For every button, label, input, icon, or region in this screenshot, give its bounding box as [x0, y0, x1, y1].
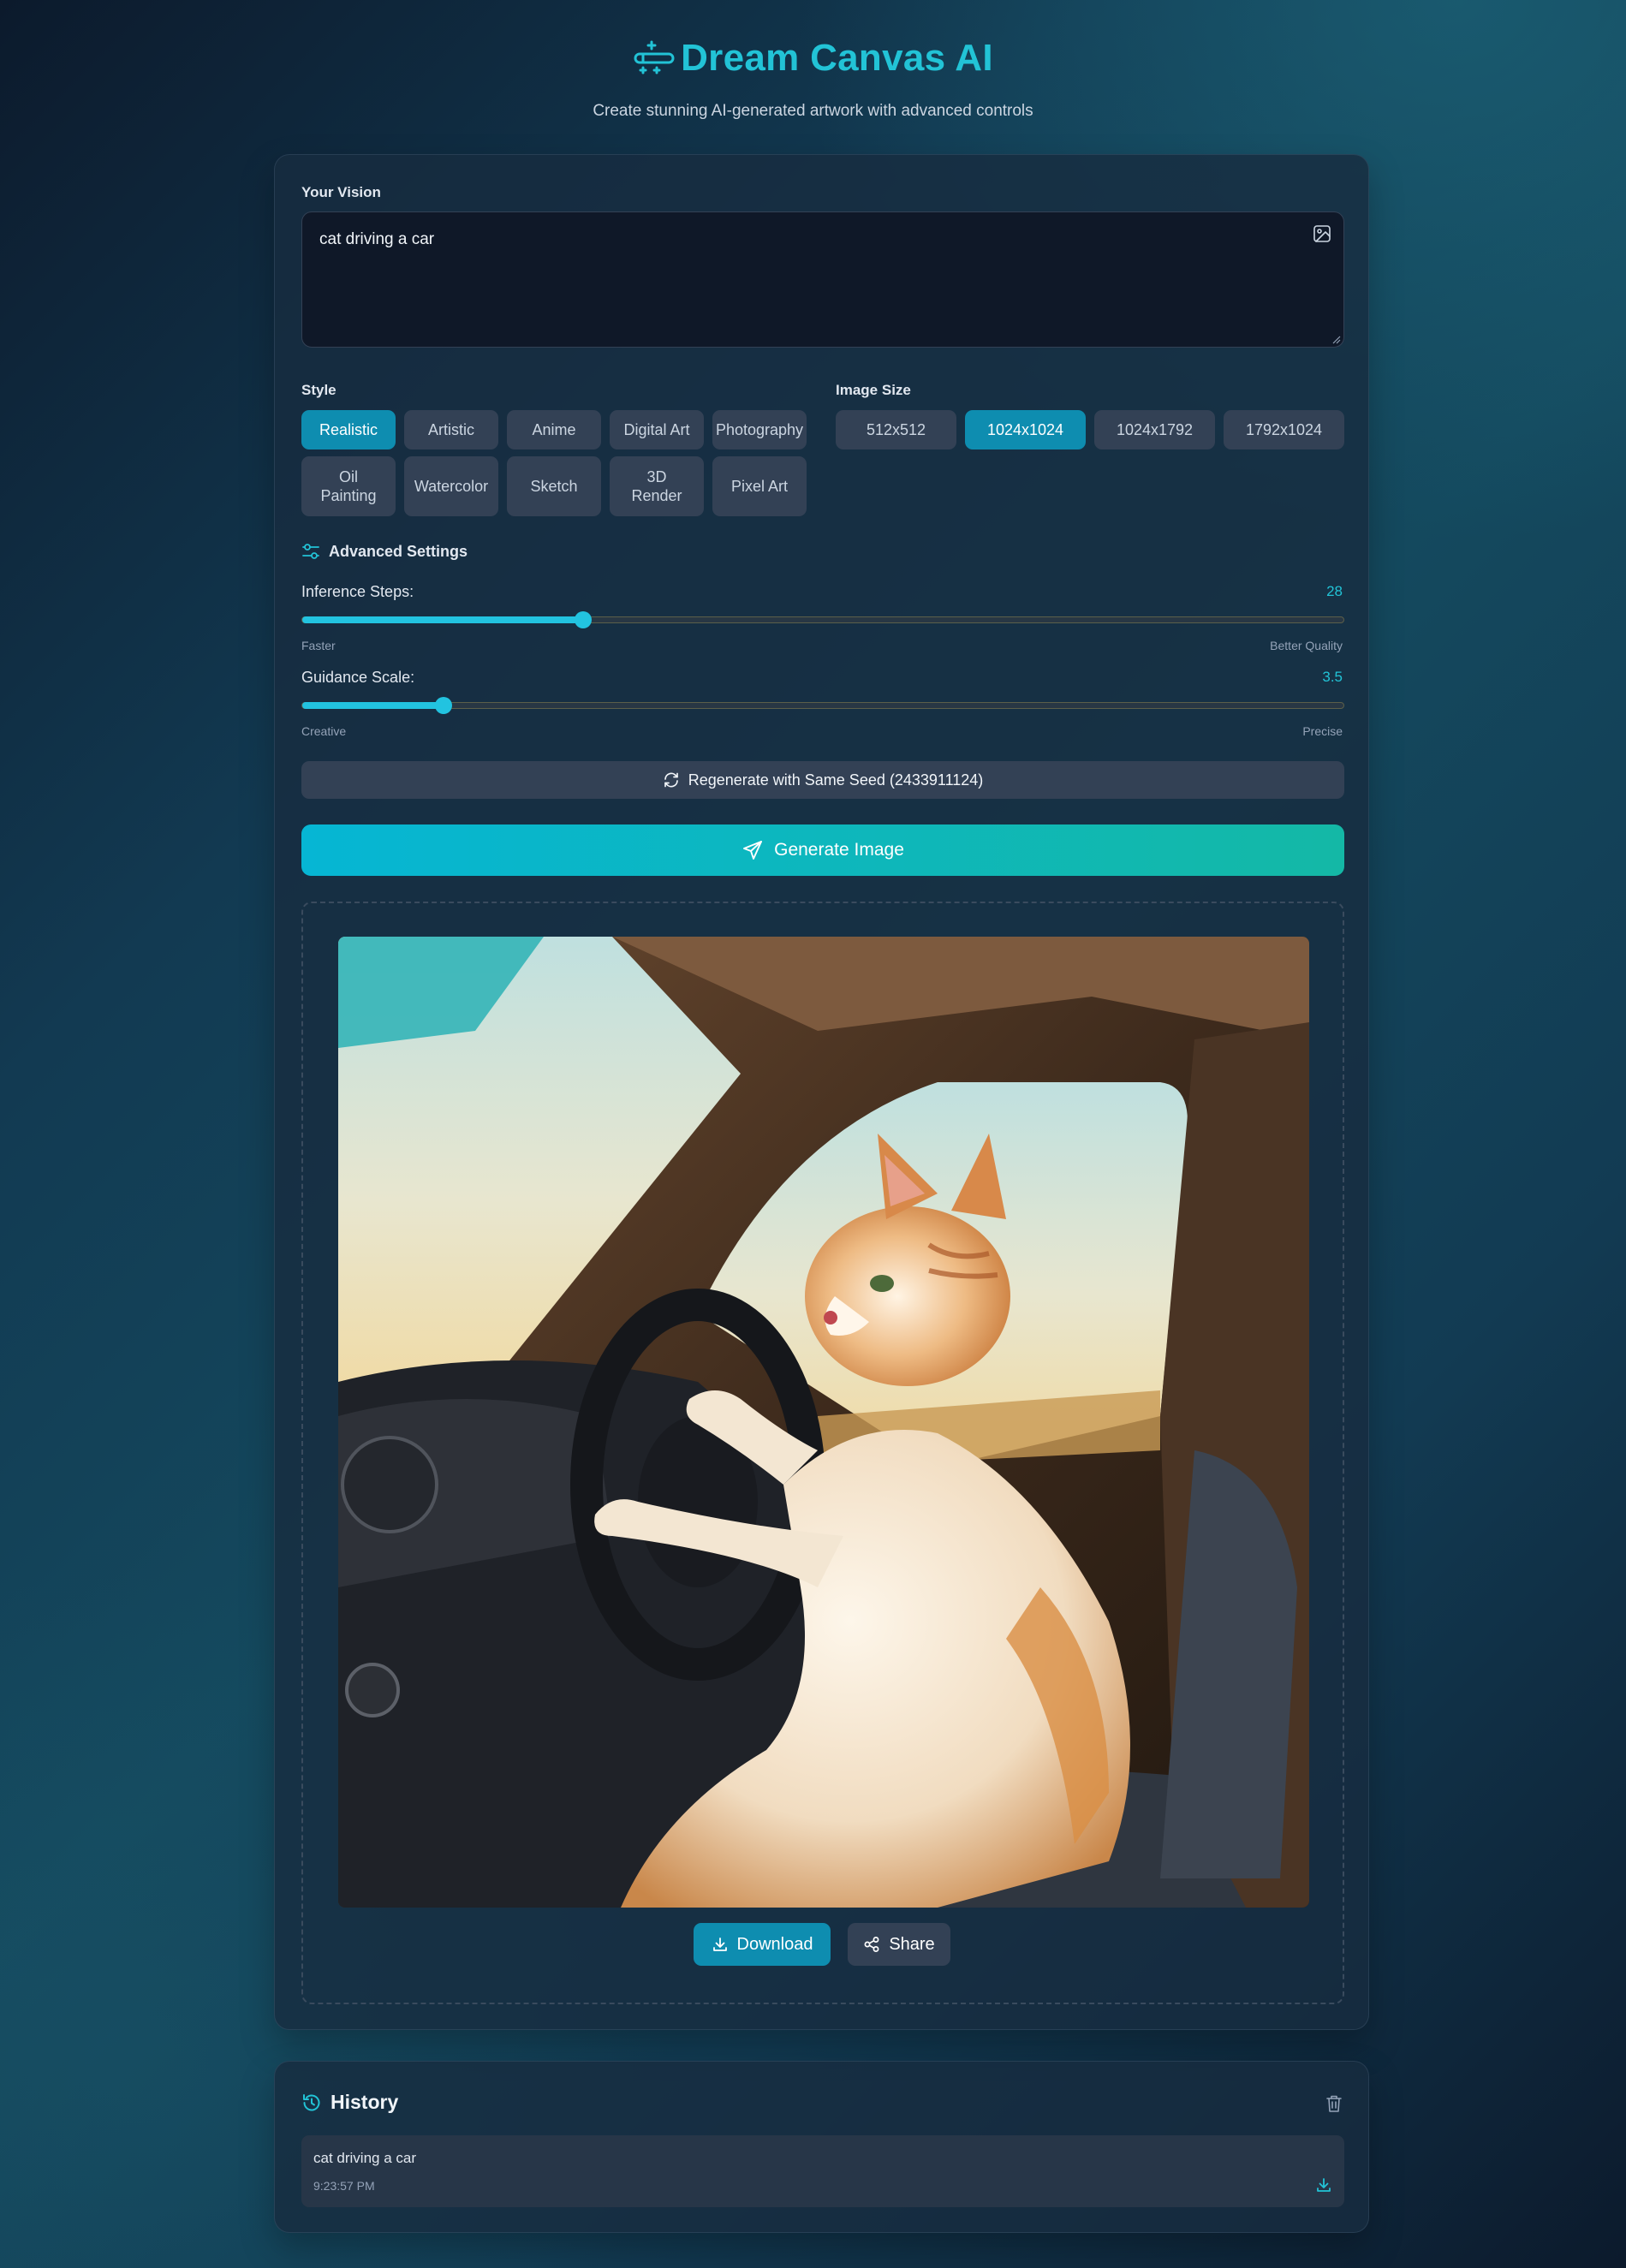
style-chip-digital-art[interactable]: Digital Art: [610, 410, 704, 449]
inference-steps-fill: [302, 616, 584, 623]
generate-label: Generate Image: [774, 840, 904, 860]
history-title: History: [331, 2091, 399, 2113]
prompt-value[interactable]: cat driving a car: [319, 229, 434, 250]
history-card: History cat driving a car 9:23:57 PM: [274, 2061, 1369, 2233]
result-area: Download Share: [301, 902, 1344, 2004]
history-icon: [303, 2093, 320, 2110]
guidance-scale-max-hint: Precise: [1302, 724, 1343, 738]
image-size-label: Image Size: [836, 382, 911, 398]
history-item-time: 9:23:57 PM: [313, 2179, 375, 2193]
size-chip-1024[interactable]: 1024x1024: [965, 410, 1086, 449]
guidance-scale-thumb[interactable]: [435, 697, 453, 714]
share-button[interactable]: Share: [848, 1923, 950, 1966]
style-chip-artistic[interactable]: Artistic: [404, 410, 498, 449]
share-icon: [864, 1937, 879, 1952]
inference-steps-min-hint: Faster: [301, 639, 336, 652]
style-chip-realistic[interactable]: Realistic: [301, 410, 396, 449]
generate-image-button[interactable]: Generate Image: [301, 824, 1344, 876]
guidance-scale-fill: [302, 702, 444, 709]
guidance-scale-min-hint: Creative: [301, 724, 347, 738]
guidance-scale-value: 3.5: [1322, 669, 1343, 685]
history-item-prompt: cat driving a car: [313, 2150, 416, 2166]
send-icon: [743, 841, 763, 860]
app-subtitle: Create stunning AI-generated artwork wit…: [593, 102, 1033, 120]
regenerate-seed-button[interactable]: Regenerate with Same Seed (2433911124): [301, 761, 1344, 799]
style-chip-anime[interactable]: Anime: [507, 410, 601, 449]
guidance-scale-slider[interactable]: [301, 697, 1344, 714]
style-chip-watercolor[interactable]: Watercolor: [404, 456, 498, 516]
download-button[interactable]: Download: [694, 1923, 831, 1966]
style-chip-3d-render[interactable]: 3D Render: [610, 456, 704, 516]
history-item[interactable]: cat driving a car 9:23:57 PM: [301, 2135, 1344, 2207]
style-chip-photography[interactable]: Photography: [712, 410, 807, 449]
trash-icon[interactable]: [1325, 2094, 1343, 2113]
prompt-textarea[interactable]: cat driving a car: [301, 211, 1344, 348]
wand-sparkles-icon: [634, 40, 675, 74]
size-chip-1792x1024[interactable]: 1792x1024: [1224, 410, 1344, 449]
sliders-icon: [302, 544, 319, 559]
generated-image[interactable]: [338, 937, 1309, 1908]
history-header: History: [301, 2091, 398, 2114]
inference-steps-max-hint: Better Quality: [1270, 639, 1343, 652]
size-chip-1024x1792[interactable]: 1024x1792: [1094, 410, 1215, 449]
image-upload-icon[interactable]: [1313, 224, 1331, 243]
advanced-settings-toggle[interactable]: Advanced Settings: [301, 542, 468, 561]
style-chip-oil-painting[interactable]: Oil Painting: [301, 456, 396, 516]
inference-steps-thumb[interactable]: [575, 611, 593, 628]
generated-image-illustration: [338, 937, 1309, 1908]
download-label: Download: [736, 1934, 813, 1954]
inference-steps-slider[interactable]: [301, 611, 1344, 628]
title-row: Dream Canvas AI: [633, 31, 993, 86]
generator-card: Your Vision cat driving a car Style Real…: [274, 154, 1369, 2030]
inference-steps-value: 28: [1326, 583, 1343, 599]
download-icon: [712, 1938, 727, 1951]
advanced-settings-label: Advanced Settings: [329, 542, 468, 560]
style-chip-sketch[interactable]: Sketch: [507, 456, 601, 516]
regenerate-label: Regenerate with Same Seed (2433911124): [688, 771, 984, 789]
resize-grip-icon[interactable]: [1332, 336, 1341, 344]
style-label: Style: [301, 382, 337, 398]
style-chip-pixel-art[interactable]: Pixel Art: [712, 456, 807, 516]
share-label: Share: [889, 1934, 935, 1954]
guidance-scale-label: Guidance Scale:: [301, 669, 415, 686]
header: Dream Canvas AI Create stunning AI-gener…: [0, 31, 1626, 122]
inference-steps-label: Inference Steps:: [301, 583, 414, 600]
prompt-label: Your Vision: [301, 184, 381, 200]
download-icon[interactable]: [1315, 2176, 1332, 2194]
app-title: Dream Canvas AI: [681, 37, 993, 79]
refresh-icon: [664, 772, 678, 788]
size-chip-512[interactable]: 512x512: [836, 410, 956, 449]
